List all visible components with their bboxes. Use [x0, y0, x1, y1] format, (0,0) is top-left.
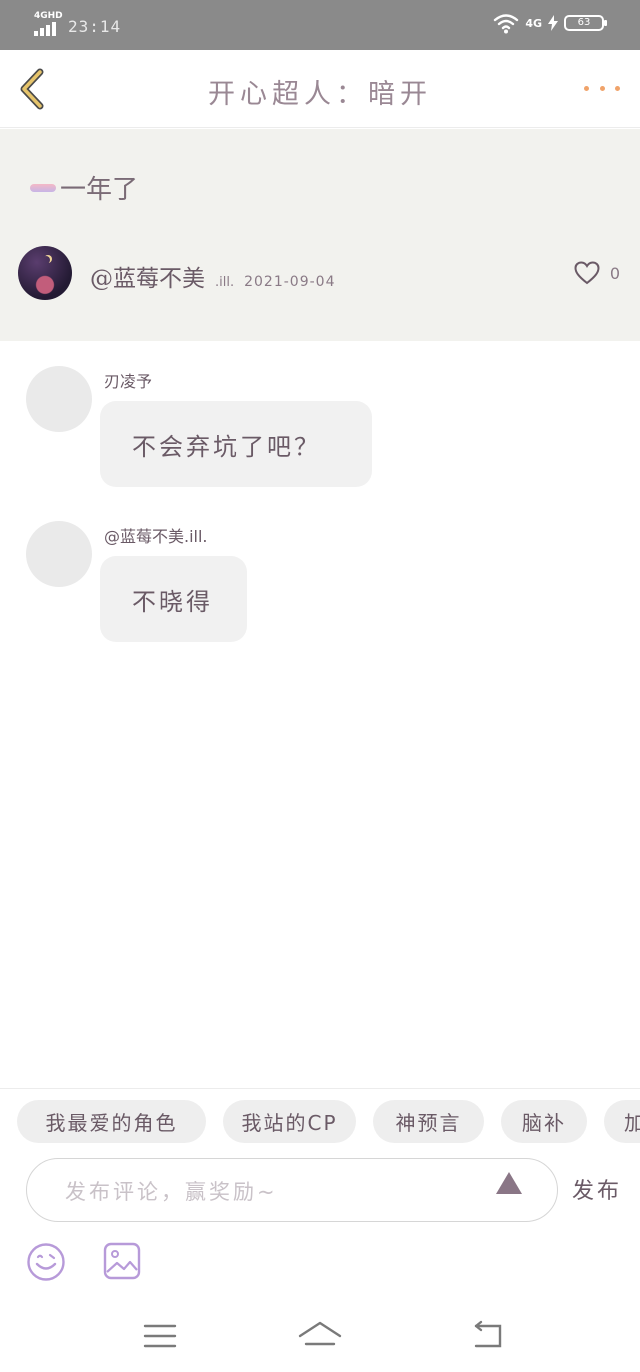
comment-input-placeholder: 发布评论，赢奖励~ [65, 1180, 278, 1204]
more-dots-icon[interactable] [584, 78, 620, 98]
menu-icon[interactable] [142, 1320, 178, 1352]
system-nav-bar [0, 1300, 640, 1372]
signal-icon [34, 22, 56, 36]
post-title-text: 一年了 [60, 175, 139, 205]
network-label: 4GHD [34, 11, 63, 21]
header: 开心超人：暗开 [0, 50, 640, 128]
network-4g-label: 4G [525, 16, 542, 30]
comment-bubble[interactable]: 不晓得 [100, 556, 247, 642]
tag-chip[interactable]: 我站的CP [223, 1100, 356, 1143]
post-date: 2021-09-04 [244, 274, 336, 290]
back-icon[interactable] [470, 1320, 506, 1352]
post: 一年了 @蓝莓不美 .ill. 2021-09-04 0 [0, 129, 640, 341]
status-right: 4G 63 [493, 12, 607, 34]
home-icon[interactable] [298, 1320, 342, 1352]
author-line: @蓝莓不美 .ill. 2021-09-04 [90, 259, 335, 293]
status-left: 4GHD 23:14 [34, 12, 121, 36]
comment-author[interactable]: 刃凌予 [104, 368, 152, 392]
send-button[interactable]: 发布 [572, 1173, 622, 1205]
charging-bolt-icon [548, 15, 558, 31]
like-button[interactable]: 0 [574, 261, 620, 285]
comment-bubble[interactable]: 不会弃坑了吧？ [100, 401, 372, 487]
tag-chip[interactable]: 神预言 [373, 1100, 484, 1143]
triangle-up-icon[interactable] [495, 1171, 523, 1195]
moon-icon [42, 256, 50, 264]
tag-chip[interactable]: 加 [604, 1100, 640, 1143]
like-count: 0 [609, 263, 620, 283]
clock: 23:14 [68, 17, 122, 36]
battery-icon: 63 [564, 15, 607, 31]
post-title: 一年了 [30, 169, 138, 206]
author-suffix: .ill. [215, 275, 235, 290]
tag-chip[interactable]: 我最爱的角色 [17, 1100, 206, 1143]
author-avatar[interactable] [18, 246, 72, 300]
comment-avatar[interactable] [26, 521, 92, 587]
comment-input[interactable]: 发布评论，赢奖励~ [26, 1158, 558, 1222]
comment-author[interactable]: @蓝莓不美.ill. [104, 523, 208, 547]
emoji-icon[interactable] [26, 1242, 66, 1282]
page-title: 开心超人：暗开 [208, 79, 432, 110]
wifi-icon [494, 14, 519, 34]
heart-icon [574, 261, 600, 285]
status-bar: 4GHD 23:14 4G 63 [0, 0, 640, 50]
comment-avatar[interactable] [26, 366, 92, 432]
author-name[interactable]: @蓝莓不美 [90, 259, 205, 293]
image-icon[interactable] [103, 1242, 141, 1280]
quick-tag-row: 我最爱的角色 我站的CP 神预言 脑补 加 [0, 1088, 640, 1144]
tag-chip[interactable]: 脑补 [501, 1100, 587, 1143]
dash-decoration [30, 183, 56, 192]
battery-level: 63 [577, 17, 591, 28]
